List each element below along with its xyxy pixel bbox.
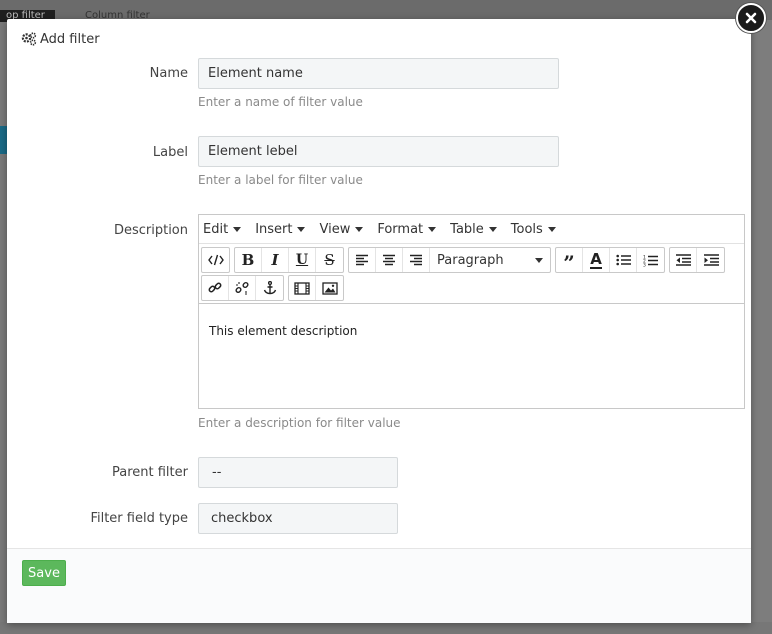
svg-text:3: 3 (643, 262, 646, 267)
indent-icon[interactable] (697, 248, 724, 272)
align-right-icon[interactable] (403, 248, 430, 272)
italic-icon[interactable]: I (262, 248, 289, 272)
bold-icon[interactable]: B (235, 248, 262, 272)
blockquote-icon[interactable]: ” (556, 248, 583, 273)
align-center-icon[interactable] (376, 248, 403, 272)
gears-icon (21, 32, 37, 46)
toolbar-group-links (201, 275, 284, 301)
name-input[interactable]: Element name (198, 58, 559, 89)
unlink-icon[interactable] (229, 276, 256, 300)
label-help: Enter a label for filter value (198, 173, 363, 187)
anchor-icon[interactable] (256, 276, 283, 300)
toolbar-group-code (201, 247, 230, 273)
menu-table[interactable]: Table (450, 222, 497, 237)
editor-menubar: Edit Insert View Format Table Tools (199, 215, 744, 244)
numbered-list-icon[interactable]: 123 (637, 248, 664, 272)
editor-content-area[interactable]: This element description (199, 303, 744, 408)
filter-field-type-select[interactable]: checkbox (198, 503, 398, 534)
toolbar-group-block: ” A 123 (555, 247, 665, 273)
toolbar-group-indent (669, 247, 725, 273)
close-icon[interactable] (736, 3, 766, 33)
toolbar-group-align: Paragraph (348, 247, 551, 273)
add-filter-modal: Add filter Name Element name Enter a nam… (7, 19, 751, 623)
caret-down-icon (297, 226, 306, 232)
caret-down-icon (535, 257, 543, 263)
name-label: Name (149, 66, 188, 81)
modal-title: Add filter (40, 31, 100, 47)
description-help: Enter a description for filter value (198, 416, 401, 430)
menu-edit[interactable]: Edit (203, 222, 242, 237)
code-icon[interactable] (202, 248, 229, 272)
caret-down-icon (488, 226, 497, 232)
background-bottom (0, 622, 772, 634)
editor-toolbar: B I U S Paragraph ” A 1 2 3 (199, 244, 744, 302)
media-icon[interactable] (289, 276, 316, 300)
menu-insert[interactable]: Insert (255, 222, 306, 237)
parent-filter-label: Parent filter (112, 465, 188, 480)
modal-footer (7, 549, 751, 623)
toolbar-group-style: B I U S (234, 247, 344, 273)
modal-header: Add filter (7, 19, 751, 59)
name-help: Enter a name of filter value (198, 95, 363, 109)
bullet-list-icon[interactable] (610, 248, 637, 272)
menu-tools[interactable]: Tools (511, 222, 556, 237)
caret-down-icon (428, 226, 437, 232)
align-left-icon[interactable] (349, 248, 376, 272)
label-input[interactable]: Element lebel (198, 136, 559, 167)
editor-content-text: This element description (209, 324, 358, 338)
underline-icon[interactable]: U (289, 248, 316, 272)
caret-down-icon (547, 226, 556, 232)
save-button[interactable]: Save (22, 560, 66, 586)
background-column (750, 20, 772, 634)
outdent-icon[interactable] (670, 248, 697, 272)
menu-format[interactable]: Format (377, 222, 437, 237)
strikethrough-icon[interactable]: S (316, 248, 343, 272)
caret-down-icon (233, 226, 242, 232)
filter-field-type-label: Filter field type (90, 511, 188, 526)
caret-down-icon (355, 226, 364, 232)
parent-filter-select[interactable]: -- (198, 457, 398, 488)
format-select[interactable]: Paragraph (430, 248, 550, 272)
text-color-icon[interactable]: A (583, 248, 610, 272)
toolbar-group-media (288, 275, 344, 301)
description-label: Description (113, 223, 188, 238)
link-icon[interactable] (202, 276, 229, 300)
menu-view[interactable]: View (319, 222, 364, 237)
rich-text-editor: Edit Insert View Format Table Tools B I … (198, 214, 745, 409)
label-label: Label (152, 145, 188, 160)
image-icon[interactable] (316, 276, 343, 300)
